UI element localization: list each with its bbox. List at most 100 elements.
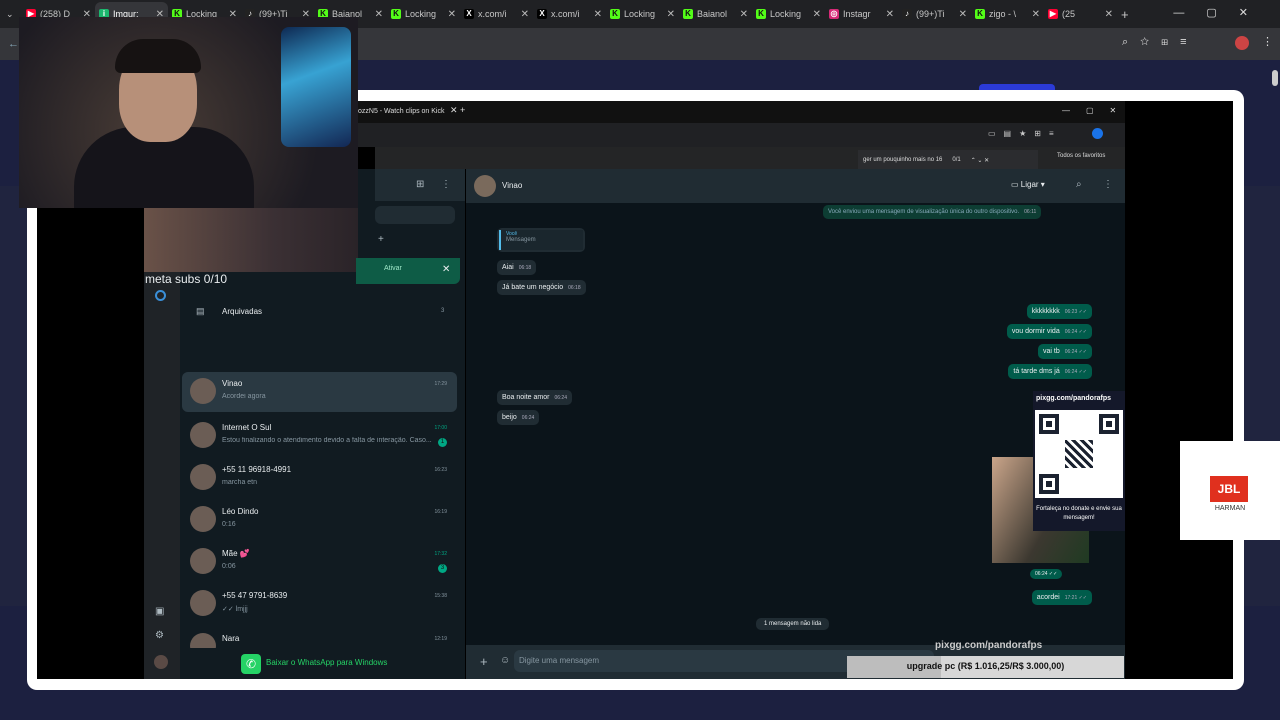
harman-text: HARMAN — [1214, 505, 1246, 512]
download-banner[interactable]: ✆ Baixar o WhatsApp para Windows — [180, 648, 465, 679]
find-input[interactable]: ger um pouquinho mais no 16 — [863, 157, 942, 163]
close-icon[interactable]: ✕ — [667, 9, 675, 20]
inner-tab-close-icon[interactable]: ✕ + — [450, 105, 465, 116]
close-icon[interactable]: ✕ — [594, 9, 602, 20]
contact-avatar[interactable] — [474, 175, 496, 197]
attach-icon[interactable]: + — [480, 654, 488, 669]
qr-finder — [1099, 414, 1119, 434]
profile-avatar[interactable] — [1235, 36, 1249, 50]
chat-avatar — [190, 590, 216, 616]
incoming-message[interactable]: Já bate um negócio 06:18 — [497, 280, 586, 295]
browser-tab-label: (25 — [1062, 9, 1076, 19]
search-icon[interactable]: ⌕ — [1076, 179, 1082, 190]
chat-name: Léo Dindo — [222, 507, 259, 516]
outgoing-message[interactable]: tá tarde dms já 06:24 ✓✓ — [1008, 364, 1092, 379]
add-filter-icon[interactable]: + — [378, 234, 384, 245]
media-icon[interactable]: ▣ — [155, 606, 164, 617]
meta-ai-icon[interactable] — [155, 290, 166, 301]
chat-row[interactable]: +55 11 96918-4991 marcha etn 16:23 — [182, 458, 457, 498]
quote-text: Mensagem — [506, 237, 536, 243]
new-chat-icon[interactable]: ⊞ — [416, 179, 424, 190]
find-nav-icons[interactable]: ⌃ ⌄ ✕ — [971, 157, 989, 164]
browser-tab[interactable]: Xx.com/i ✕ — [460, 2, 533, 26]
chat-row[interactable]: Internet O Sul Estou finalizando o atendi… — [182, 416, 457, 456]
outgoing-message[interactable]: vai tb 06:24 ✓✓ — [1037, 344, 1092, 359]
close-icon[interactable]: ✕ — [521, 9, 529, 20]
upgrade-goal-text: upgrade pc (R$ 1.016,25/R$ 3.000,00) — [906, 661, 1065, 671]
kick-icon: K — [683, 9, 693, 19]
window-controls[interactable]: —▢✕ — [1173, 6, 1270, 19]
menu-icon[interactable]: ⋮ — [1262, 35, 1273, 48]
browser-tab-label: Locking — [770, 9, 802, 19]
inner-tab-title[interactable]: ozzN5 - Watch clips on Kick — [358, 108, 445, 115]
profile-avatar[interactable] — [154, 655, 168, 669]
incoming-message[interactable]: Boa noite amor 06:24 — [497, 390, 572, 405]
notification-action[interactable]: Ativar — [384, 265, 402, 272]
close-icon[interactable]: ✕ — [1105, 9, 1113, 20]
inner-profile-avatar[interactable] — [1092, 128, 1103, 139]
inner-window-controls[interactable]: —▢✕ — [1062, 106, 1132, 115]
sub-goal-text: meta subs 0/10 — [145, 272, 228, 286]
browser-tab[interactable]: K Baianol ✕ — [679, 2, 752, 26]
chat-preview: 0:06 — [222, 563, 236, 570]
outgoing-message[interactable]: vou dormir vida 06:24 ✓✓ — [1006, 324, 1092, 339]
outgoing-message[interactable]: kkkkkkkk 06:23 ✓✓ — [1026, 304, 1092, 319]
close-icon[interactable]: ✕ — [813, 9, 821, 20]
close-icon[interactable]: ✕ — [448, 9, 456, 20]
quoted-message[interactable]: Você Mensagem — [497, 228, 585, 252]
browser-tab[interactable]: ▶ (25 ✕ — [1044, 2, 1117, 26]
chat-time: 17:00 — [434, 425, 447, 431]
message-text: Já bate um negócio — [502, 284, 564, 291]
back-button[interactable]: ← — [8, 38, 19, 50]
close-icon[interactable]: ✕ — [1032, 9, 1040, 20]
message-text: kkkkkkkk — [1031, 308, 1060, 315]
message-text: vou dormir vida — [1011, 328, 1060, 335]
browser-tab[interactable]: K Locking ✕ — [752, 2, 825, 26]
close-icon[interactable]: ✕ — [740, 9, 748, 20]
outgoing-message[interactable]: acordei 17:21 ✓✓ — [1031, 590, 1092, 605]
second-webcam-overlay — [144, 208, 358, 272]
inner-toolbar-icons[interactable]: ▭▤★⊞≡ — [988, 129, 1062, 138]
chat-search-input[interactable] — [375, 206, 455, 224]
incoming-message[interactable]: beijo 06:24 — [497, 410, 540, 425]
webcam-overlay — [19, 17, 358, 208]
chat-row[interactable]: Léo Dindo 0:16 16:19 — [182, 500, 457, 540]
close-icon[interactable]: ✕ — [375, 9, 383, 20]
incoming-message[interactable]: Aiai 06:18 — [497, 260, 537, 275]
notification-banner[interactable]: Ativar ✕ — [356, 258, 460, 284]
unread-badge: 3 — [438, 564, 447, 573]
browser-tab[interactable]: K Locking ✕ — [606, 2, 679, 26]
toolbar-icons[interactable]: ⌕☆⊞≡ — [1122, 36, 1199, 49]
archived-row[interactable]: ▤ Arquivadas 3 — [182, 300, 457, 324]
browser-tab[interactable]: Kzigo - \ ✕ — [971, 2, 1044, 26]
chat-row[interactable]: Nara 12:19 — [182, 627, 457, 659]
bookmarks-folder[interactable]: Todos os favoritos — [1057, 153, 1105, 159]
chat-row[interactable]: Vinao Acordei agora 17:29 — [182, 372, 457, 412]
x-icon: X — [537, 9, 547, 19]
page-scrollbar[interactable] — [1272, 70, 1278, 86]
settings-icon[interactable]: ⚙ — [155, 630, 164, 641]
emoji-icon[interactable]: ☺ — [500, 655, 510, 666]
kick-icon: K — [610, 9, 620, 19]
menu-icon[interactable]: ⋮ — [441, 179, 451, 190]
browser-tab[interactable]: K Locking ✕ — [387, 2, 460, 26]
qr-finder — [1039, 474, 1059, 494]
chat-row[interactable]: Mãe 💕 0:06 17:32 3 — [182, 542, 457, 582]
browser-tab[interactable]: Xx.com/i ✕ — [533, 2, 606, 26]
inner-toolbar: ▭▤★⊞≡ — [358, 123, 1125, 147]
browser-tab-label: Locking — [624, 9, 656, 19]
browser-tab[interactable]: ♪ (99+)Ti ✕ — [898, 2, 971, 26]
message-text: vai tb — [1042, 348, 1060, 355]
browser-tab[interactable]: ◎ Instagr ✕ — [825, 2, 898, 26]
new-tab-button[interactable]: + — [1117, 2, 1141, 26]
find-count: 0/1 — [952, 157, 961, 163]
chat-row[interactable]: +55 47 9791-8639 ✓✓ lmjjj 15:38 — [182, 584, 457, 624]
chat-time: 17:32 — [434, 551, 447, 557]
close-icon[interactable]: ✕ — [886, 9, 894, 20]
call-button[interactable]: ▭ Ligar ▾ — [1011, 180, 1045, 189]
close-icon[interactable]: ✕ — [959, 9, 967, 20]
menu-icon[interactable]: ⋮ — [1103, 179, 1113, 190]
chat-time: 15:38 — [434, 593, 447, 599]
contact-name[interactable]: Vinao — [502, 181, 522, 190]
close-icon[interactable]: ✕ — [442, 264, 450, 275]
